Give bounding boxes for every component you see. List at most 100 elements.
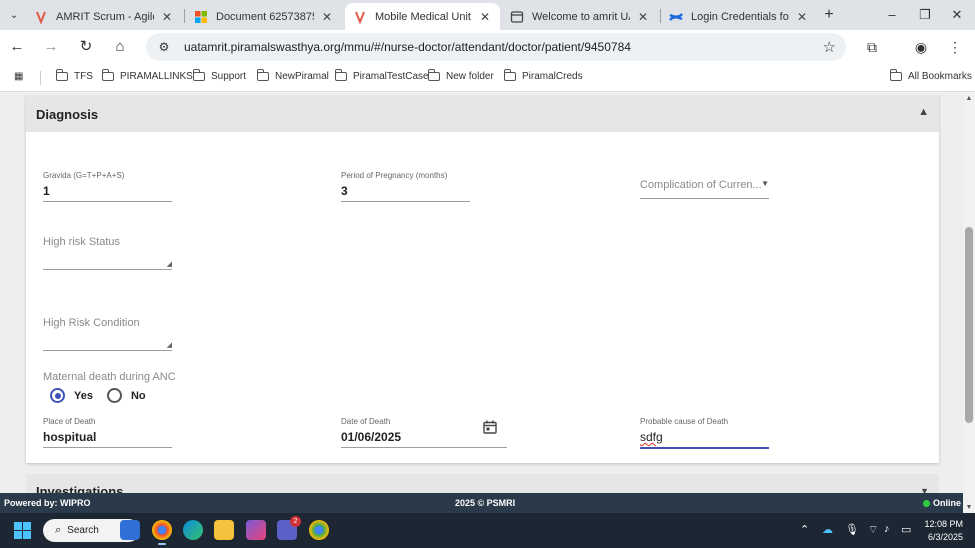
online-status: Online [922,498,961,508]
resize-handle-icon[interactable]: ◢ [167,342,172,349]
reload-icon[interactable]: ↻ [76,37,96,57]
profile-avatar-icon[interactable]: ◉ [911,37,931,57]
chevron-up-icon[interactable]: ▲ [918,106,929,118]
bookmark-star-icon[interactable]: ☆ [823,38,836,56]
system-clock[interactable]: 12:08 PM 6/3/2025 [924,518,963,544]
widgets-app-icon[interactable] [120,520,140,540]
dropdown-arrow-icon[interactable]: ▼ [761,179,769,188]
search-icon: ⌕ [55,524,62,536]
bookmark-folder-piramallinks[interactable]: PIRAMALLINKS [101,69,193,82]
restore-window-button[interactable]: ❐ [915,5,935,25]
minimize-window-button[interactable]: – [882,5,902,25]
bookmark-label: Support [211,71,247,82]
apps-grid-icon[interactable]: ▦ [14,71,23,82]
wifi-icon[interactable]: ⌔ [868,523,878,537]
bookmark-label: New folder [446,71,494,82]
tab-mobile-medical-unit[interactable]: Mobile Medical Unit ✕ [345,3,500,30]
chrome-app-icon[interactable] [152,520,172,545]
scroll-thumb[interactable] [965,227,973,423]
calendar-icon[interactable] [483,420,497,434]
confluence-favicon-icon [669,12,683,21]
chevron-down-icon[interactable]: ▼ [920,486,929,493]
file-explorer-icon[interactable] [214,520,234,540]
teams-notification-badge: 2 [290,516,301,527]
field-underline [43,447,172,448]
site-settings-icon[interactable]: ⚙ [156,39,172,55]
bookmark-folder-tfs[interactable]: TFS [55,69,93,82]
tab-separator [184,9,185,23]
close-window-button[interactable]: ✕ [947,5,967,25]
edge-app-icon[interactable] [183,520,203,540]
pregnancy-period-field[interactable]: Period of Pregnancy (months) 3 [341,171,470,202]
folder-icon [101,69,114,81]
high-risk-condition-field[interactable]: High Risk Condition [43,315,172,329]
bookmark-folder-piramaltestcase[interactable]: PiramalTestCase [334,69,429,82]
forward-arrow-icon[interactable]: → [41,37,61,57]
place-of-death-input[interactable]: hospitual [43,430,172,447]
close-tab-icon[interactable]: ✕ [636,10,650,24]
bookmark-label: TFS [74,71,93,82]
radio-no[interactable] [106,388,122,403]
home-icon[interactable]: ⌂ [110,37,130,57]
all-bookmarks-button[interactable]: All Bookmarks [889,69,972,82]
high-risk-status-textarea[interactable]: ◢ [43,252,172,270]
investigations-title: Investigations [36,484,124,493]
bookmark-folder-support[interactable]: Support [192,69,247,82]
investigations-header[interactable]: Investigations ▼ [26,474,939,493]
teams-app-icon[interactable]: 2 [277,516,301,540]
show-hidden-icons-icon[interactable]: ⌃ [800,523,809,536]
scroll-down-icon[interactable]: ▼ [965,504,973,511]
bookmark-label: PiramalCreds [522,71,583,82]
probable-cause-field[interactable]: Probable cause of Death sdfg [640,417,769,449]
bookmark-folder-new-folder[interactable]: New folder [427,69,494,82]
probable-cause-input[interactable]: sdfg [640,430,769,447]
tab-title: Welcome to amrit UAT e [532,10,630,23]
back-arrow-icon[interactable]: ← [7,37,27,57]
menu-kebab-icon[interactable]: ⋮ [945,37,965,57]
radio-yes-label[interactable]: Yes [74,390,93,402]
battery-icon[interactable]: ▭ [901,523,911,536]
tab-document[interactable]: Document 625738757.do ✕ [186,3,342,30]
folder-icon [427,69,440,81]
gravida-field[interactable]: Gravida (G=T+P+A+S) 1 [43,171,172,202]
place-of-death-field[interactable]: Place of Death hospitual [43,417,172,448]
close-tab-icon[interactable]: ✕ [160,10,174,24]
microsoft-365-icon[interactable] [246,520,266,540]
high-risk-status-field[interactable]: High risk Status [43,234,172,248]
complication-select[interactable]: Complication of Curren... ▼ [640,177,769,199]
folder-icon [503,69,516,81]
close-tab-icon[interactable]: ✕ [795,10,809,24]
tab-login-credentials[interactable]: Login Credentials for all S ✕ [661,3,817,30]
folder-icon [192,69,205,81]
field-underline [640,447,769,449]
chrome-profile-app-icon[interactable] [309,520,329,540]
tab-welcome-amrit[interactable]: Welcome to amrit UAT e ✕ [502,3,658,30]
bookmark-folder-piramalcreds[interactable]: PiramalCreds [503,69,583,82]
extensions-puzzle-icon[interactable]: ⧉ [862,37,882,57]
address-bar[interactable]: ⚙ uatamrit.piramalswasthya.org/mmu/#/nur… [146,33,846,61]
tab-title: Document 625738757.do [216,10,314,23]
windows-start-icon[interactable] [14,522,31,539]
microphone-muted-icon[interactable]: 🎙 [845,523,859,536]
tab-amrit-scrum[interactable]: AMRIT Scrum - Agile Boa ✕ [26,3,182,30]
diagnosis-header[interactable]: Diagnosis ▲ [26,96,939,132]
close-tab-icon[interactable]: ✕ [478,10,492,24]
gravida-input[interactable]: 1 [43,184,172,201]
tab-search-icon[interactable]: ⌄ [4,5,24,25]
pregnancy-period-input[interactable]: 3 [341,184,470,201]
copyright-text: 2025 © PSMRI [455,498,516,508]
page-scrollbar[interactable]: ▲ ▼ [963,93,975,513]
close-tab-icon[interactable]: ✕ [320,10,334,24]
resize-handle-icon[interactable]: ◢ [167,261,172,268]
new-tab-button[interactable]: + [820,6,838,24]
high-risk-condition-textarea[interactable]: ◢ [43,333,172,351]
bookmark-folder-newpiramal[interactable]: NewPiramal [256,69,329,82]
scroll-up-icon[interactable]: ▲ [965,95,973,102]
volume-icon[interactable]: ♪ [884,523,890,535]
radio-yes[interactable] [50,388,65,403]
onedrive-icon[interactable]: ☁ [822,523,833,536]
bookmark-label: All Bookmarks [908,71,972,82]
radio-no-label[interactable]: No [131,390,146,402]
amrit-favicon-icon [36,11,46,24]
maternal-death-radio-group: Yes No [50,388,160,403]
